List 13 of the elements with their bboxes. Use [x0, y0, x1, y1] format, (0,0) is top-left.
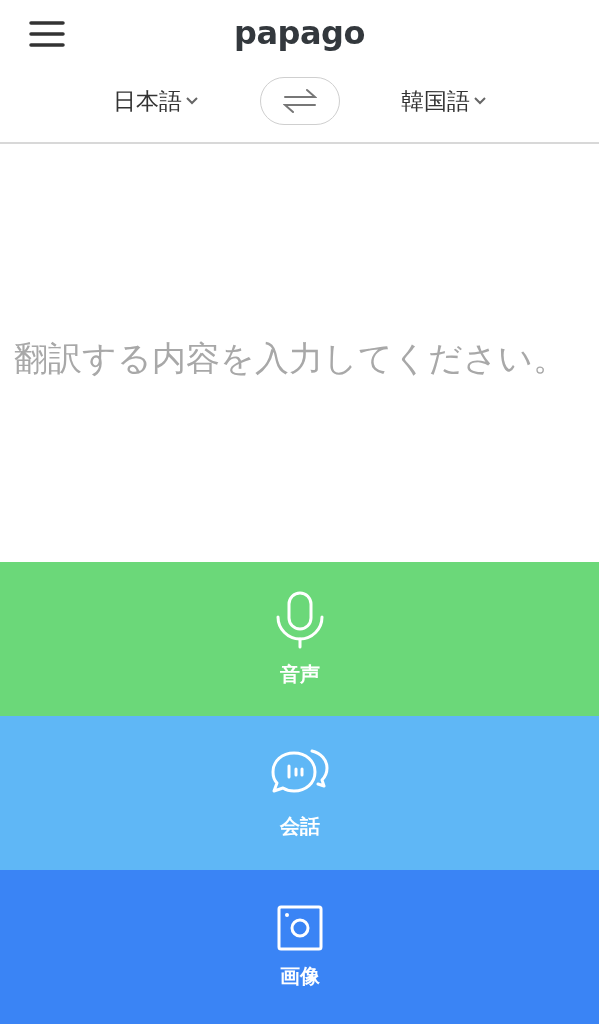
menu-button[interactable]: [28, 20, 66, 48]
swap-arrows-icon: [282, 88, 317, 114]
source-language-dropdown[interactable]: 日本語: [95, 85, 216, 117]
chevron-down-icon: [474, 97, 486, 105]
mode-button[interactable]: 画像: [0, 870, 599, 1024]
camera-icon: [276, 904, 323, 951]
microphone-icon: [274, 590, 325, 649]
chevron-down-icon: [186, 97, 198, 105]
menu-icon: [28, 20, 66, 48]
target-language-dropdown[interactable]: 韓国語: [383, 85, 504, 117]
mode-button[interactable]: 会話: [0, 716, 599, 870]
logo: papago: [234, 14, 365, 52]
swap-languages-button[interactable]: [259, 77, 340, 125]
